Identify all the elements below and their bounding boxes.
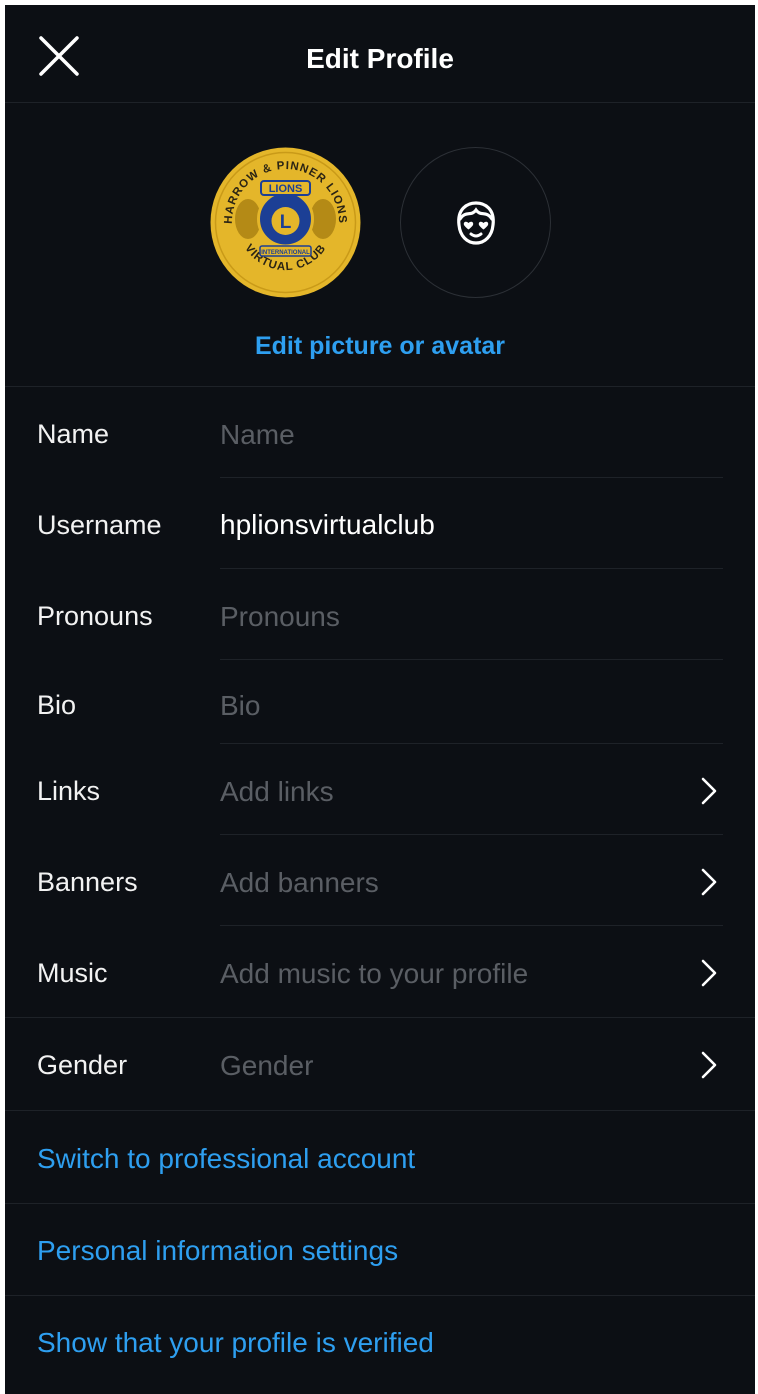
pronouns-row[interactable]: Pronouns Pronouns <box>5 569 755 660</box>
banners-label: Banners <box>37 867 138 897</box>
switch-professional-link[interactable]: Switch to professional account <box>5 1111 755 1204</box>
logo-ribbon: INTERNATIONAL <box>261 250 310 256</box>
avatar-button[interactable] <box>400 147 551 298</box>
avatar-face-icon <box>457 201 495 245</box>
switch-professional-label: Switch to professional account <box>37 1143 416 1174</box>
verified-label: Show that your profile is verified <box>37 1327 434 1358</box>
gender-field: Gender <box>220 1050 314 1081</box>
name-label: Name <box>37 419 110 449</box>
personal-info-label: Personal information settings <box>37 1235 399 1266</box>
picture-section: HARROW & PINNER LIONS VIRTUAL CLUB LIONS… <box>5 103 755 387</box>
profile-picture[interactable]: HARROW & PINNER LIONS VIRTUAL CLUB LIONS… <box>210 147 361 298</box>
banners-field: Add banners <box>220 867 379 898</box>
chevron-right-icon <box>701 868 717 896</box>
music-row[interactable]: Music Add music to your profile <box>5 926 755 1018</box>
username-row[interactable]: Username hplionsvirtualclub <box>5 478 755 569</box>
chevron-right-icon <box>701 777 717 805</box>
logo-banner: LIONS <box>269 183 303 195</box>
verified-link[interactable]: Show that your profile is verified <box>5 1295 755 1387</box>
chevron-right-icon <box>701 959 717 987</box>
name-field[interactable]: Name <box>220 419 295 451</box>
links-row[interactable]: Links Add links <box>5 744 755 835</box>
gender-row[interactable]: Gender Gender <box>5 1018 755 1111</box>
edit-picture-link[interactable]: Edit picture or avatar <box>5 332 755 361</box>
music-field: Add music to your profile <box>220 958 529 989</box>
pronouns-field[interactable]: Pronouns <box>220 601 340 633</box>
username-field[interactable]: hplionsvirtualclub <box>220 509 435 541</box>
personal-info-link[interactable]: Personal information settings <box>5 1203 755 1296</box>
links-field: Add links <box>220 776 334 807</box>
links-label: Links <box>37 776 101 806</box>
bio-field[interactable]: Bio <box>220 690 260 722</box>
logo-letter: L <box>280 212 292 233</box>
username-label: Username <box>37 510 162 540</box>
bio-label: Bio <box>37 690 77 720</box>
header-bar: Edit Profile <box>5 5 755 103</box>
music-label: Music <box>37 958 108 988</box>
chevron-right-icon <box>701 1051 717 1079</box>
bio-row[interactable]: Bio Bio <box>5 660 755 744</box>
banners-row[interactable]: Banners Add banners <box>5 835 755 926</box>
name-row[interactable]: Name Name <box>5 387 755 478</box>
pronouns-label: Pronouns <box>37 601 153 631</box>
gender-label: Gender <box>37 1050 128 1080</box>
lions-club-logo: HARROW & PINNER LIONS VIRTUAL CLUB LIONS… <box>210 147 361 298</box>
edit-profile-screen: Edit Profile HARROW & PINNER LIONS VIRTU… <box>5 5 755 1394</box>
page-title: Edit Profile <box>306 43 454 74</box>
